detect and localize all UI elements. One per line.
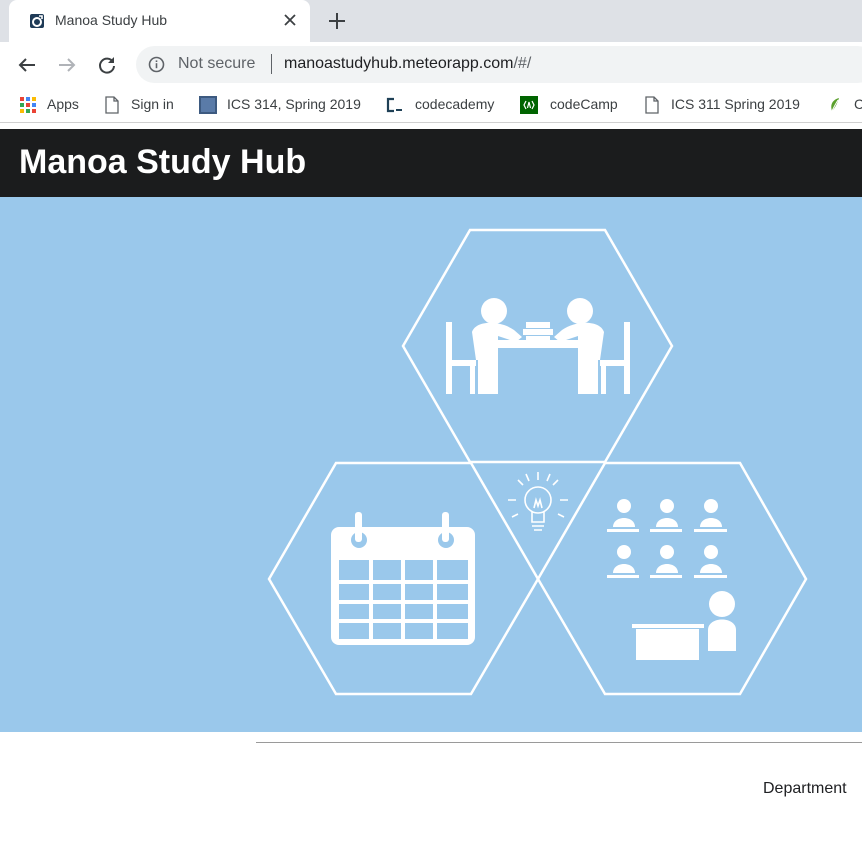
site-navbar: Manoa Study Hub (0, 129, 862, 197)
close-tab-icon[interactable] (281, 11, 299, 29)
bookmark-sign-in[interactable]: Sign in (103, 96, 183, 114)
hero-illustration (267, 228, 808, 696)
browser-toolbar: Not secure manoastudyhub.meteorapp.com/#… (0, 42, 862, 88)
classroom-icon (607, 499, 736, 660)
codecamp-icon (520, 96, 538, 114)
bookmark-ics-311[interactable]: ICS 311 Spring 2019 (643, 96, 813, 114)
teacher-figure (708, 591, 736, 651)
bookmark-label: codeCamp (550, 96, 618, 112)
security-status[interactable]: Not secure (178, 55, 255, 73)
study-table-icon (446, 298, 630, 394)
new-tab-icon[interactable] (326, 10, 348, 32)
page-icon (645, 96, 659, 114)
calendar-icon (331, 512, 475, 645)
bookmark-apps[interactable]: Apps (19, 96, 89, 114)
student-figure (694, 545, 727, 578)
codecademy-icon (386, 97, 402, 113)
student-figure (694, 499, 727, 532)
lightbulb-icon (508, 472, 568, 531)
reload-icon[interactable] (96, 54, 118, 76)
leaf-icon (831, 98, 839, 112)
url-text[interactable]: manoastudyhub.meteorapp.com/#/ (284, 55, 531, 73)
bookmark-label: ICS 311 Spring 2019 (671, 96, 800, 112)
back-arrow-icon[interactable] (16, 54, 38, 76)
bookmark-codecademy[interactable]: codecademy (385, 96, 505, 114)
forward-arrow-icon[interactable] (56, 54, 78, 76)
bookmarks-bar: Apps Sign in ICS 314, Spring 2019 codeca… (0, 88, 862, 123)
site-brand[interactable]: Manoa Study Hub (19, 143, 306, 182)
bookmark-label: Sign in (131, 96, 174, 112)
tab-title: Manoa Study Hub (55, 12, 168, 28)
info-icon[interactable] (148, 56, 165, 73)
browser-tab-strip: Manoa Study Hub (0, 0, 862, 42)
bookmark-label: codecademy (415, 96, 495, 112)
site-favicon-icon (30, 14, 44, 28)
bookmark-label: ICS 314, Spring 2019 (227, 96, 361, 112)
square-favicon-icon (199, 96, 217, 114)
hero-banner (0, 197, 862, 732)
footer-divider (256, 742, 862, 743)
url-path: /#/ (513, 55, 532, 72)
omnibox-divider (271, 54, 272, 74)
student-figure (607, 545, 639, 578)
browser-tab[interactable]: Manoa Study Hub (9, 0, 310, 42)
bookmark-label: C (854, 96, 862, 112)
url-host: manoastudyhub.meteorapp.com (284, 55, 514, 72)
page-icon (105, 96, 119, 114)
address-bar[interactable]: Not secure manoastudyhub.meteorapp.com/#… (136, 46, 862, 83)
student-figure (607, 499, 639, 532)
student-figure (650, 545, 682, 578)
bookmark-ics-314[interactable]: ICS 314, Spring 2019 (199, 96, 369, 114)
bookmark-label: Apps (47, 96, 79, 112)
footer-text: Department (763, 780, 847, 797)
student-figure (650, 499, 682, 532)
apps-grid-icon (20, 97, 36, 113)
bookmark-truncated[interactable]: C (826, 96, 862, 114)
bookmark-codecamp[interactable]: codeCamp (520, 96, 630, 114)
